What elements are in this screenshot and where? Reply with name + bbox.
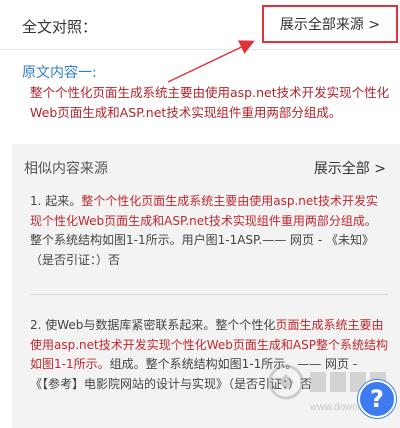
list-item[interactable]: 2. 使Web与数据库紧密联系起来。整个个性化页面生成系统主要由使用asp.ne… — [30, 316, 388, 394]
item-prefix: 2. 使Web与数据库紧密联系起来。整个个性化 — [30, 318, 276, 332]
original-content-label: 原文内容一: — [22, 65, 97, 81]
original-content-text: 整个个性化页面生成系统主要由使用asp.net技术开发实现个性化Web页面生成和… — [30, 85, 390, 120]
page-title: 全文对照： — [22, 18, 98, 36]
item-highlight: 整个个性化页面生成系统主要由使用asp.net技术开发实现个性化Web页面生成和… — [30, 194, 378, 228]
help-button[interactable]: ? — [358, 380, 396, 418]
list-item[interactable]: 1. 起来。整个个性化页面生成系统主要由使用asp.net技术开发实现个性化We… — [30, 192, 388, 270]
show-all-sources-button[interactable]: 展示全部来源 > — [262, 5, 398, 43]
item-divider — [30, 294, 388, 295]
similar-show-all-link[interactable]: 展示全部 > — [314, 158, 386, 178]
item-prefix: 1. 起来。 — [30, 194, 82, 208]
item-suffix: 整个系统结构如图1-1所示。用户图1-1ASP.—— 网页 - 《未知》（是否引… — [30, 233, 374, 267]
header-bar: 全文对照： 展示全部来源 > — [0, 0, 400, 50]
similar-sources-title: 相似内容来源 — [24, 161, 108, 177]
